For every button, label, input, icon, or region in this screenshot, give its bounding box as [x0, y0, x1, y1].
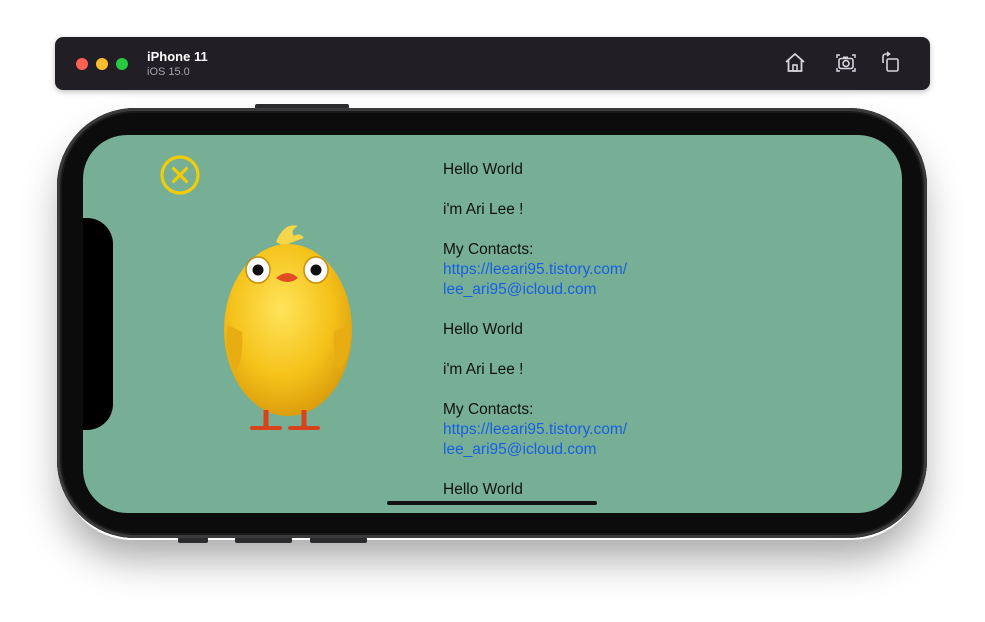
- intro-text: i'm Ari Lee !: [443, 201, 524, 218]
- device-name: iPhone 11: [147, 49, 208, 64]
- blog-link[interactable]: https://leeari95.tistory.com/: [443, 420, 743, 440]
- close-icon[interactable]: [160, 155, 200, 195]
- simulator-window: iPhone 11 iOS 15.0 Hello World i'm Ari L…: [0, 0, 985, 622]
- greeting-text: Hello World: [443, 161, 523, 178]
- window-minimize-button[interactable]: [96, 58, 108, 70]
- chick-illustration: [224, 225, 352, 430]
- content-scroll[interactable]: Hello World i'm Ari Lee ! My Contacts: h…: [443, 160, 743, 500]
- app-screen: Hello World i'm Ari Lee ! My Contacts: h…: [83, 135, 902, 513]
- simulator-toolbar: iPhone 11 iOS 15.0: [55, 37, 930, 90]
- home-icon[interactable]: [782, 50, 808, 76]
- screenshot-icon[interactable]: [833, 50, 859, 76]
- home-indicator[interactable]: [387, 501, 597, 505]
- window-close-button[interactable]: [76, 58, 88, 70]
- rotate-icon[interactable]: [878, 50, 904, 76]
- os-version: iOS 15.0: [147, 66, 190, 78]
- blog-link[interactable]: https://leeari95.tistory.com/: [443, 260, 743, 280]
- contacts-label: My Contacts:: [443, 241, 534, 258]
- window-zoom-button[interactable]: [116, 58, 128, 70]
- email-link[interactable]: lee_ari95@icloud.com: [443, 440, 743, 460]
- notch: [83, 218, 113, 430]
- contacts-label: My Contacts:: [443, 401, 534, 418]
- email-link[interactable]: lee_ari95@icloud.com: [443, 280, 743, 300]
- greeting-text: Hello World: [443, 481, 523, 498]
- intro-text: i'm Ari Lee !: [443, 361, 524, 378]
- greeting-text: Hello World: [443, 321, 523, 338]
